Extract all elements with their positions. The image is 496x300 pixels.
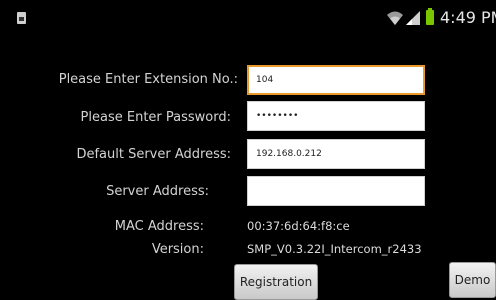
- extension-field[interactable]: 104: [247, 65, 425, 95]
- wifi-icon: [387, 11, 403, 25]
- battery-icon: [426, 8, 434, 25]
- status-bar: 4:49 PM: [0, 0, 496, 32]
- version-label: Version:: [151, 242, 204, 257]
- mac-address-label: MAC Address:: [114, 219, 204, 234]
- demo-button[interactable]: Demo: [449, 262, 496, 298]
- sim-card-icon: [17, 12, 26, 24]
- password-label: Please Enter Password:: [80, 110, 231, 125]
- version-value: SMP_V0.3.22I_Intercom_r2433: [247, 242, 422, 256]
- server-address-field[interactable]: [247, 176, 425, 206]
- server-address-label: Server Address:: [106, 184, 209, 199]
- registration-button[interactable]: Registration: [234, 264, 318, 300]
- signal-icon: [406, 11, 420, 25]
- status-time: 4:49 PM: [440, 8, 496, 27]
- extension-label: Please Enter Extension No.:: [58, 72, 238, 87]
- default-server-field[interactable]: 192.168.0.212: [247, 139, 425, 169]
- password-field[interactable]: ••••••••: [247, 101, 425, 131]
- default-server-label: Default Server Address:: [76, 147, 231, 162]
- mac-address-value: 00:37:6d:64:f8:ce: [247, 219, 350, 233]
